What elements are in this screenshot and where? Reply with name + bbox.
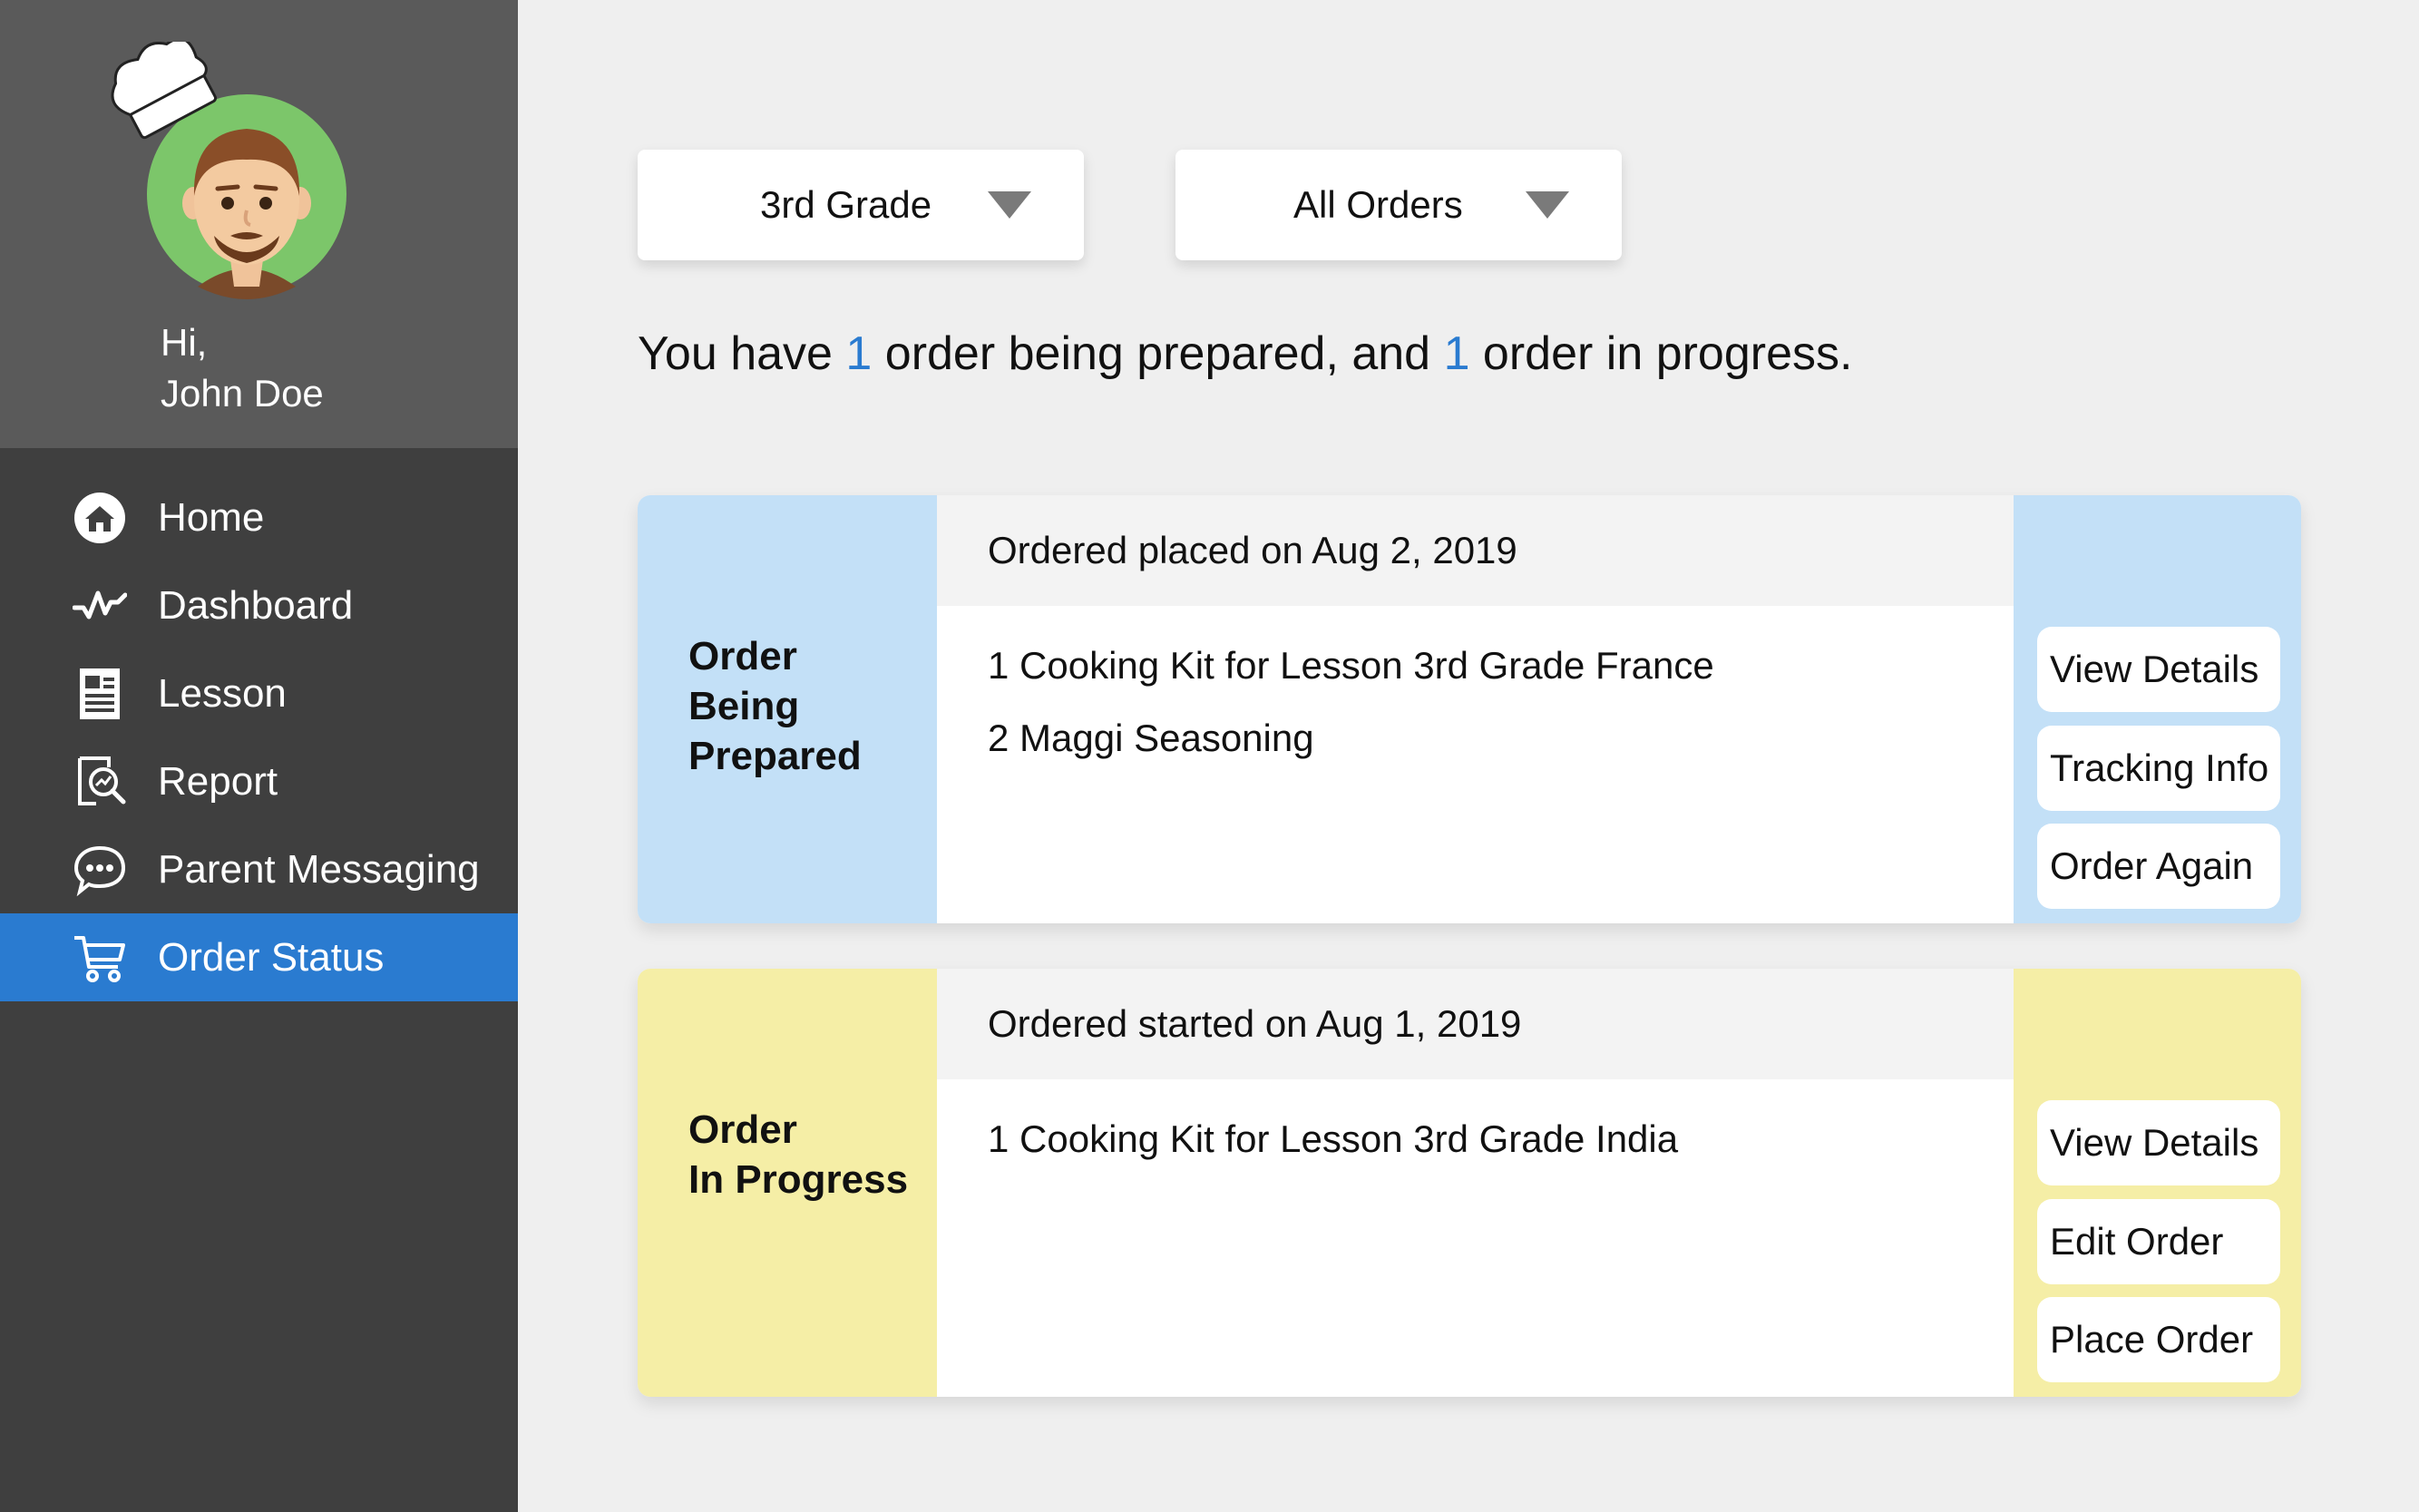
- pulse-icon: [73, 579, 127, 633]
- actions-panel: View Details Tracking Info Order Again: [2014, 495, 2301, 923]
- actions-panel: View Details Edit Order Place Order: [2014, 969, 2301, 1397]
- sidebar-item-label: Home: [158, 494, 265, 540]
- sidebar-item-dashboard[interactable]: Dashboard: [0, 561, 518, 649]
- sidebar-nav: Home Dashboard Lesson Report Parent Mess…: [0, 473, 518, 1001]
- list-item: 1 Cooking Kit for Lesson 3rd Grade Franc…: [988, 644, 1714, 687]
- chevron-down-icon: [988, 191, 1031, 219]
- sidebar-item-parent-messaging[interactable]: Parent Messaging: [0, 825, 518, 913]
- order-card-in-progress: Order In Progress Ordered started on Aug…: [638, 969, 2301, 1397]
- view-details-button[interactable]: View Details: [2037, 627, 2280, 712]
- status-panel: Order Being Prepared: [638, 495, 937, 923]
- order-again-button[interactable]: Order Again: [2037, 824, 2280, 909]
- grade-dropdown[interactable]: 3rd Grade: [638, 150, 1084, 260]
- status-label-line: Order: [688, 1107, 797, 1152]
- status-label-line: Prepared: [688, 734, 862, 778]
- summary-text: order being prepared, and: [872, 327, 1444, 380]
- edit-order-button[interactable]: Edit Order: [2037, 1199, 2280, 1284]
- orders-dropdown[interactable]: All Orders: [1175, 150, 1622, 260]
- order-items: 1 Cooking Kit for Lesson 3rd Grade Franc…: [988, 640, 1714, 785]
- report-icon: [73, 755, 127, 809]
- order-date: Ordered placed on Aug 2, 2019: [988, 529, 1517, 571]
- summary-text: order in progress.: [1469, 327, 1853, 380]
- in-progress-count: 1: [1443, 327, 1470, 380]
- document-icon: [73, 667, 127, 721]
- user-name: John Doe: [161, 372, 324, 415]
- greeting-text: Hi,: [161, 321, 208, 364]
- sidebar: Hi, John Doe Home Dashboard Lesson Repor…: [0, 0, 518, 1512]
- tracking-info-button[interactable]: Tracking Info: [2037, 726, 2280, 811]
- chef-avatar: [111, 42, 346, 299]
- sidebar-item-label: Dashboard: [158, 582, 354, 628]
- grade-dropdown-value: 3rd Grade: [760, 183, 932, 226]
- summary-text: You have: [638, 327, 846, 380]
- chevron-down-icon: [1526, 191, 1569, 219]
- list-item: 2 Maggi Seasoning: [988, 717, 1314, 759]
- sidebar-item-home[interactable]: Home: [0, 473, 518, 561]
- chat-icon: [73, 843, 127, 897]
- sidebar-item-label: Parent Messaging: [158, 846, 480, 892]
- place-order-button[interactable]: Place Order: [2037, 1297, 2280, 1382]
- status-label: Order In Progress: [688, 1105, 908, 1205]
- profile-panel: Hi, John Doe: [0, 0, 518, 448]
- order-items: 1 Cooking Kit for Lesson 3rd Grade India: [988, 1114, 1678, 1186]
- status-panel: Order In Progress: [638, 969, 937, 1397]
- user-greeting: Hi, John Doe: [161, 317, 324, 419]
- sidebar-item-label: Order Status: [158, 934, 385, 980]
- sidebar-item-label: Lesson: [158, 670, 287, 716]
- sidebar-item-order-status[interactable]: Order Status: [0, 913, 518, 1001]
- order-summary: You have 1 order being prepared, and 1 o…: [638, 327, 1852, 381]
- sidebar-item-label: Report: [158, 758, 278, 804]
- status-label-line: Order: [688, 634, 797, 678]
- home-icon: [73, 491, 127, 545]
- status-label-line: In Progress: [688, 1157, 909, 1202]
- order-date: Ordered started on Aug 1, 2019: [988, 1002, 1522, 1045]
- list-item: 1 Cooking Kit for Lesson 3rd Grade India: [988, 1117, 1679, 1160]
- status-label: Order Being Prepared: [688, 631, 862, 781]
- view-details-button[interactable]: View Details: [2037, 1100, 2280, 1185]
- cart-icon: [73, 931, 127, 985]
- order-card-prepared: Order Being Prepared Ordered placed on A…: [638, 495, 2301, 923]
- sidebar-item-report[interactable]: Report: [0, 737, 518, 825]
- prepared-count: 1: [845, 327, 873, 380]
- sidebar-item-lesson[interactable]: Lesson: [0, 649, 518, 737]
- status-label-line: Being: [688, 684, 800, 728]
- orders-dropdown-value: All Orders: [1293, 183, 1463, 226]
